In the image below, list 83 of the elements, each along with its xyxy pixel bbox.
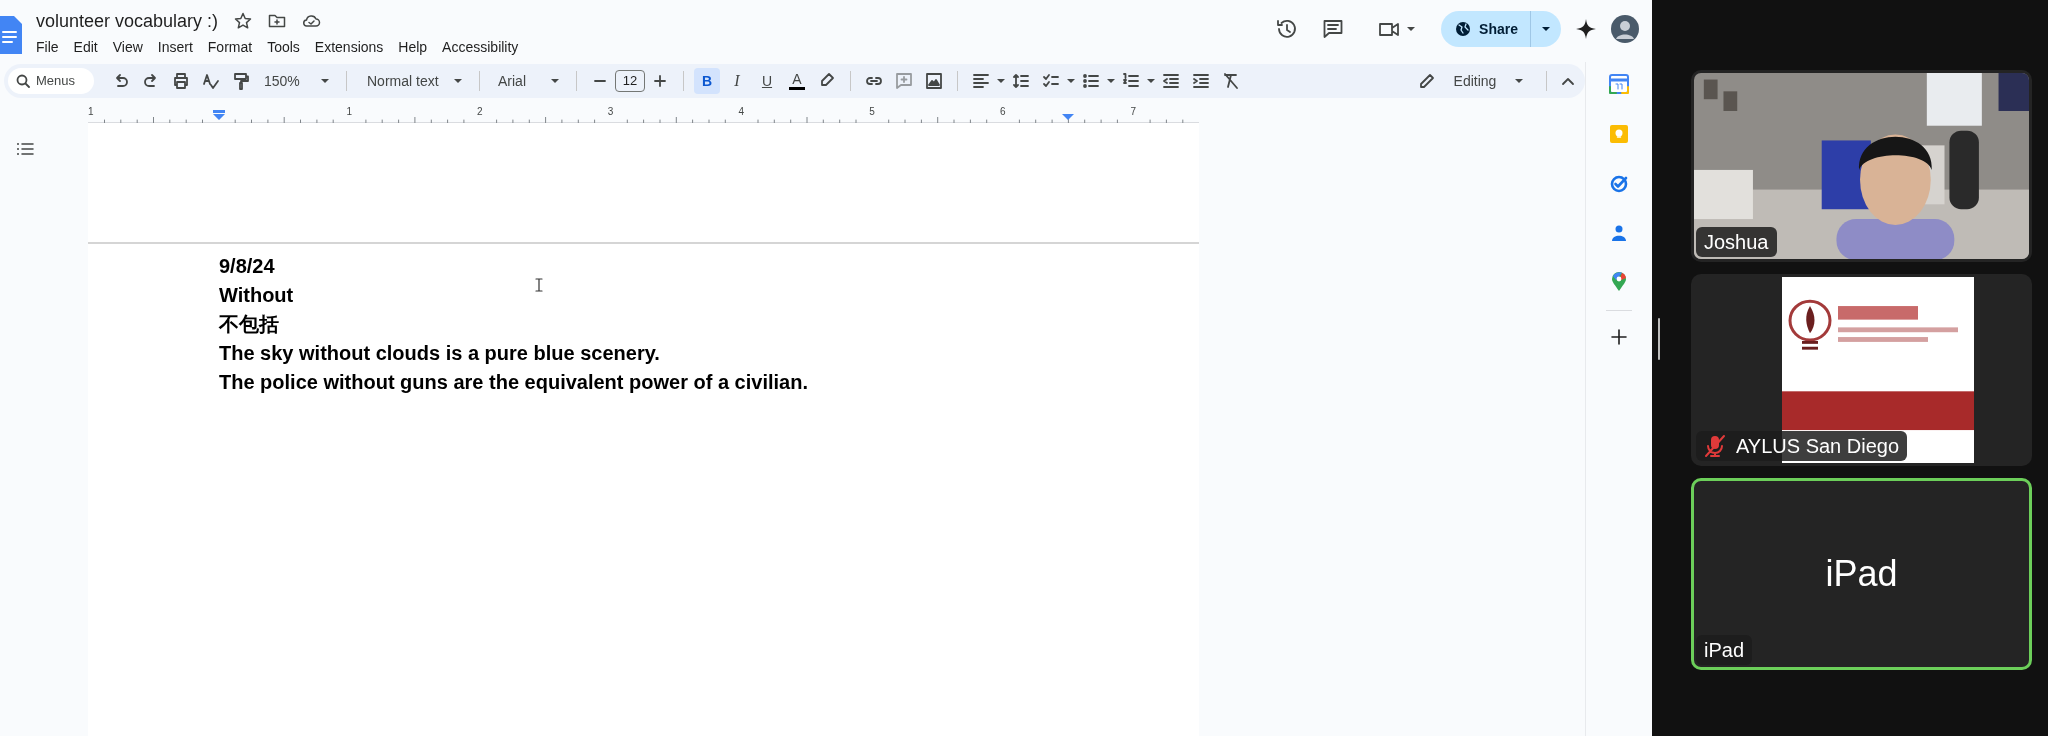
menu-item[interactable]: Format — [200, 36, 260, 59]
editing-mode-dropdown[interactable]: Editing — [1410, 68, 1532, 94]
folder-icon[interactable] — [268, 12, 287, 30]
line-spacing-icon[interactable] — [1012, 72, 1030, 90]
participant-name: iPad — [1704, 638, 1745, 663]
history-icon[interactable] — [1275, 18, 1298, 40]
spellcheck-icon[interactable] — [202, 72, 220, 90]
font-dropdown[interactable]: Arial — [490, 68, 568, 94]
document-title[interactable]: volunteer vocabulary :) — [36, 7, 219, 35]
avatar-icon[interactable] — [1611, 15, 1639, 43]
ruler-number: 1 — [88, 106, 94, 118]
share-options-caret-icon[interactable] — [1541, 26, 1551, 32]
ruler-number: 3 — [607, 106, 614, 118]
menu-search-field[interactable]: Menus — [8, 68, 94, 94]
clear-formatting-icon[interactable] — [1222, 72, 1240, 90]
add-icon[interactable] — [1611, 329, 1627, 345]
italic-button[interactable]: I — [724, 68, 750, 94]
decrease-indent-icon[interactable] — [1162, 72, 1180, 90]
numbered-list-icon[interactable] — [1122, 72, 1140, 90]
menu-item[interactable]: File — [29, 36, 66, 59]
document-text-line: Without — [219, 283, 294, 308]
participant-name: Joshua — [1704, 230, 1769, 255]
sparkle-icon[interactable] — [1575, 18, 1597, 40]
map-pin-icon[interactable] — [1611, 272, 1627, 292]
increase-size-icon[interactable] — [651, 72, 669, 90]
font-size-field[interactable]: 12 — [615, 70, 645, 92]
dropdown-caret-icon — [550, 78, 560, 84]
menu-item[interactable]: Extensions — [307, 36, 391, 59]
dropdown-caret-icon — [1514, 78, 1524, 84]
ruler-number: 5 — [869, 106, 875, 118]
ruler-number: 6 — [999, 106, 1006, 118]
participant-name: AYLUS San Diego — [1736, 434, 1900, 459]
collapse-toolbar-icon[interactable] — [1561, 76, 1575, 86]
dropdown-caret-icon[interactable] — [996, 78, 1006, 84]
text-cursor-icon — [535, 278, 543, 292]
cloud-icon[interactable] — [302, 12, 322, 30]
menu-item[interactable]: View — [105, 36, 150, 59]
style-dropdown[interactable]: Normal text — [359, 68, 471, 94]
person-icon[interactable] — [1611, 224, 1627, 242]
zoom-dropdown[interactable]: 150% — [256, 68, 338, 94]
resize-handle[interactable] — [1658, 318, 1660, 360]
image-icon[interactable] — [925, 72, 943, 90]
underline-button[interactable]: U — [754, 68, 780, 94]
calendar-icon[interactable] — [1609, 74, 1629, 94]
bulleted-list-icon[interactable] — [1082, 72, 1100, 90]
indent-marker-icon[interactable] — [1062, 112, 1074, 120]
menu-item[interactable]: Help — [391, 36, 435, 59]
menu-item[interactable]: Tools — [260, 36, 307, 59]
dropdown-caret-icon — [320, 78, 330, 84]
dropdown-caret-icon[interactable] — [1106, 78, 1116, 84]
ruler-number: 4 — [738, 106, 745, 118]
checklist-icon[interactable] — [1042, 72, 1060, 90]
globe-icon — [1455, 21, 1472, 37]
document-text-line: The police without guns are the equivalent power of a civilian. — [219, 370, 808, 395]
document-text-line: 9/8/24 — [219, 254, 275, 279]
dropdown-caret-icon[interactable] — [1066, 78, 1076, 84]
participant-display-name: iPad — [1825, 552, 1898, 596]
text-color-button[interactable]: A — [784, 68, 810, 94]
pencil-icon — [1418, 72, 1436, 90]
menu-item[interactable]: Edit — [66, 36, 105, 59]
menu-item[interactable]: Accessibility — [435, 36, 526, 59]
document-text-line: 不包括 — [219, 312, 279, 337]
ruler-number: 2 — [477, 106, 483, 118]
tasks-icon[interactable] — [1609, 174, 1629, 194]
increase-indent-icon[interactable] — [1192, 72, 1210, 90]
print-icon[interactable] — [172, 72, 190, 90]
bold-button[interactable]: B — [694, 68, 720, 94]
align-left-icon[interactable] — [972, 72, 990, 90]
comment-icon[interactable] — [1322, 18, 1345, 40]
search-input[interactable]: Menus — [36, 71, 80, 91]
ruler-number: 7 — [1130, 106, 1137, 118]
dropdown-caret-icon[interactable] — [1406, 26, 1417, 32]
docs-logo-icon[interactable] — [0, 16, 22, 54]
search-icon — [16, 74, 30, 88]
dropdown-caret-icon[interactable] — [1146, 78, 1156, 84]
paint-format-icon[interactable] — [232, 72, 250, 90]
menu-item[interactable]: Insert — [150, 36, 200, 59]
dropdown-caret-icon — [453, 78, 463, 84]
indent-marker-icon[interactable] — [213, 110, 225, 120]
star-icon[interactable] — [234, 12, 253, 30]
ruler-number: 1 — [346, 106, 352, 118]
outline-icon[interactable] — [16, 141, 34, 157]
document-text-line: The sky without clouds is a pure blue scenery. — [219, 341, 660, 366]
